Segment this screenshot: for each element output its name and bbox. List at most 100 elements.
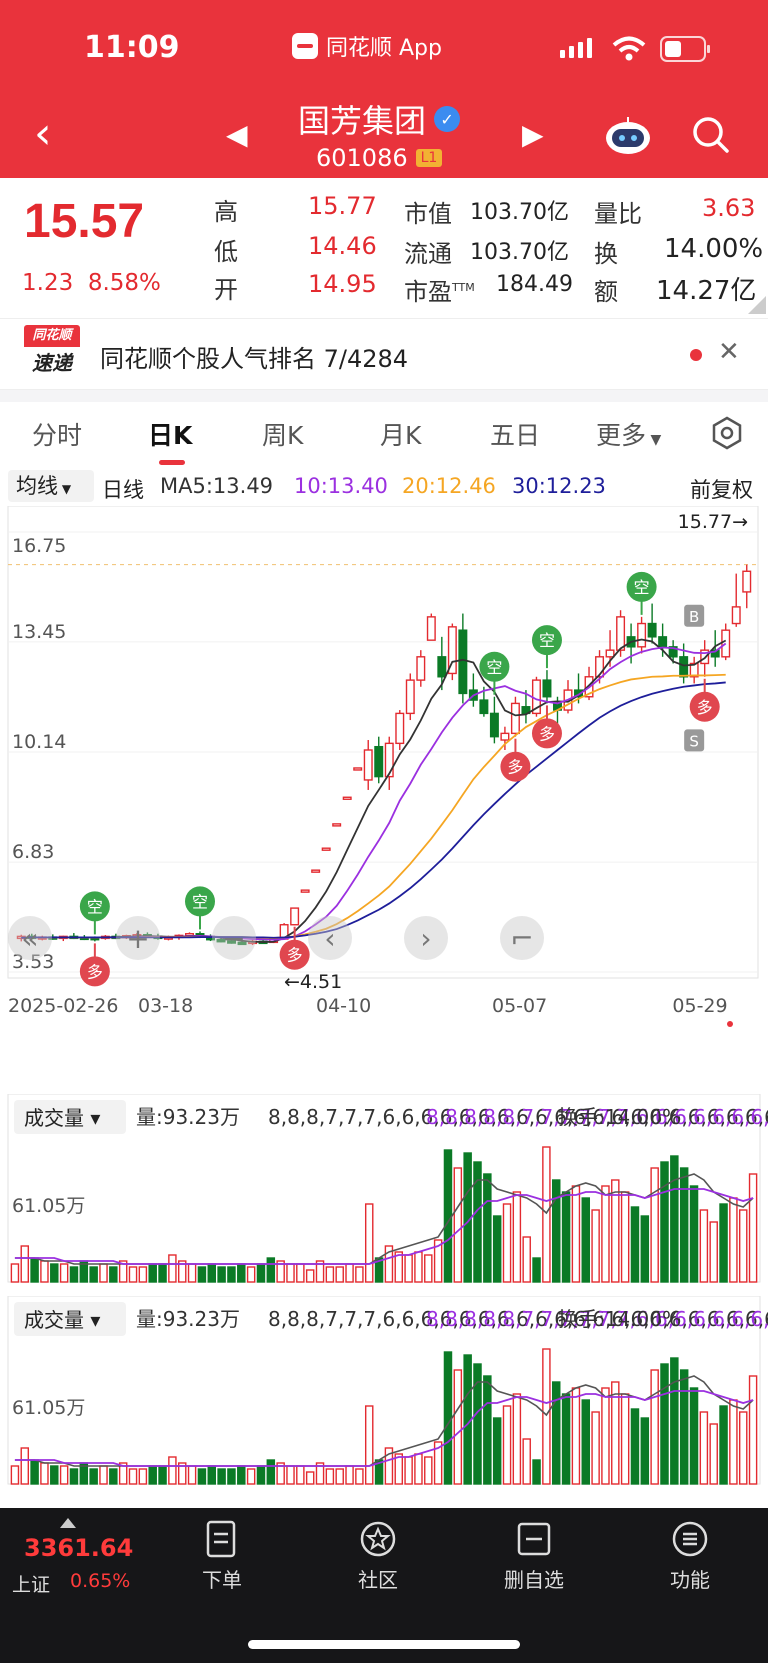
tab-weekly-k[interactable]: 周K <box>262 416 303 452</box>
candle-body <box>321 847 331 851</box>
tab-intraday[interactable]: 分时 <box>32 416 82 452</box>
low-label: 低 <box>214 238 238 266</box>
candlestick-chart[interactable]: 16.7513.4510.146.833.5315.77→←4.51空多空多空多… <box>0 506 768 1090</box>
volume-bar <box>748 1173 758 1283</box>
volume-bar <box>581 1399 591 1485</box>
tab-five-day[interactable]: 五日 <box>490 416 540 452</box>
volume-bar <box>99 1263 108 1283</box>
stock-code: 601086 <box>316 144 408 172</box>
settings-hexagon-icon[interactable] <box>710 416 744 450</box>
volume-bar <box>709 1221 718 1283</box>
volume-bar <box>30 1257 39 1283</box>
header-bar: 11:09 同花顺 App ‹ ◀ 国芳集团 ✓ 601086 L1 ▶ <box>0 0 768 178</box>
price-change: 1.23 8.58% <box>22 270 161 296</box>
candle-body <box>658 636 668 648</box>
volume-bar <box>650 1167 659 1283</box>
app-name-label: 同花顺 App <box>326 36 442 61</box>
minus-square-icon <box>517 1522 551 1556</box>
bottom-toolbar: 3361.64 上证 0.65% 下单 社区 删自选 功能 <box>0 1508 768 1663</box>
volume-bar <box>581 1197 591 1283</box>
popularity-banner[interactable]: 同花顺 速递 同花顺个股人气排名 7/4284 ✕ <box>0 318 768 390</box>
functions-button[interactable]: 功能 <box>650 1520 730 1593</box>
volume-bar <box>158 1263 167 1283</box>
ma5-line <box>21 638 727 943</box>
volume-bar <box>620 1393 630 1485</box>
amount-value: 14.27亿 <box>656 276 757 306</box>
volume-bar <box>256 1263 266 1283</box>
chart-control-icon: ‹ <box>324 922 335 955</box>
volume-bar <box>168 1456 177 1485</box>
expand-corner-icon[interactable] <box>748 296 766 314</box>
index-value[interactable]: 3361.64 <box>24 1534 133 1562</box>
chart-control-icon: › <box>420 922 431 955</box>
volume-bar <box>20 1447 30 1485</box>
candle-body <box>290 907 300 926</box>
tab-monthly-k[interactable]: 月K <box>380 416 421 452</box>
latest-date-dot <box>727 1021 733 1027</box>
x-tick-label: 04-10 <box>316 995 371 1017</box>
candle-body <box>395 712 405 745</box>
volume-bar <box>50 1263 59 1283</box>
tab-more[interactable]: 更多 ▼ <box>596 416 661 452</box>
volume-y-tick: 61.05万 <box>12 1397 85 1419</box>
cellular-signal-icon <box>560 38 592 58</box>
volume-bar <box>689 1185 699 1283</box>
candle-body <box>363 749 373 781</box>
volume-ratio-label: 量比 <box>594 200 642 228</box>
remove-watchlist-button[interactable]: 删自选 <box>494 1520 574 1593</box>
volume-bar <box>492 1417 502 1485</box>
volume-turnover: 换手:14.00% <box>558 1105 681 1129</box>
volume-bar <box>99 1465 108 1485</box>
volume-bar <box>738 1209 748 1283</box>
assistant-robot-icon[interactable] <box>604 116 652 156</box>
volume-bar <box>197 1468 207 1485</box>
candle-body <box>353 767 363 771</box>
volume-bar <box>630 1408 640 1485</box>
candle-body <box>647 622 657 638</box>
prev-stock-button[interactable]: ◀ <box>226 118 248 151</box>
expand-up-icon[interactable] <box>60 1518 76 1528</box>
volume-bar <box>424 1254 433 1283</box>
pe-label: 市盈TTM <box>404 278 475 306</box>
candle-body <box>426 616 436 641</box>
adjust-mode-button[interactable]: 前复权 <box>690 474 753 504</box>
volume-bar <box>30 1459 39 1485</box>
next-stock-button[interactable]: ▶ <box>522 118 544 151</box>
trade-point-label: B <box>689 608 699 626</box>
volume-bar <box>551 1179 561 1283</box>
volume-bar <box>158 1465 167 1485</box>
volume-panel-2[interactable]: 成交量 ▾ 量:93.23万 8,8,8,7,7,7,6,6,6,6,6,6,6,6… <box>0 1296 768 1488</box>
order-button[interactable]: 下单 <box>182 1520 262 1593</box>
volume-bar <box>187 1263 197 1283</box>
tab-daily-k[interactable]: 日K <box>148 416 192 452</box>
volume-bar <box>424 1456 433 1485</box>
change-value: 1.23 <box>22 270 74 296</box>
ths-express-logo: 同花顺 速递 <box>24 325 80 379</box>
y-tick-label: 16.75 <box>12 535 66 557</box>
back-button[interactable]: ‹ <box>34 112 52 156</box>
volume-bar <box>699 1411 709 1485</box>
volume-bar <box>640 1417 650 1485</box>
volume-bar <box>246 1266 256 1283</box>
volume-bar <box>286 1465 295 1485</box>
volume-bar <box>325 1266 335 1283</box>
volume-bar <box>10 1263 20 1283</box>
volume-bar <box>40 1260 49 1283</box>
volume-bar <box>542 1348 551 1485</box>
volume-panel-1[interactable]: 成交量 ▾ 量:93.23万 8,8,8,7,7,7,6,6,6,6,6,6,6,6… <box>0 1094 768 1286</box>
chart-control-icon: « <box>21 922 38 955</box>
community-button[interactable]: 社区 <box>338 1520 418 1593</box>
ma20-line <box>21 673 726 939</box>
indicator-selector[interactable]: 均线 ▼ <box>8 470 94 502</box>
ma30-label: 30:12.23 <box>512 474 606 498</box>
volume-bar <box>138 1266 148 1283</box>
wifi-icon <box>612 36 646 61</box>
volume-bar <box>286 1263 295 1283</box>
volume-bar <box>227 1468 236 1485</box>
turnover-label: 换 <box>594 240 618 268</box>
search-icon[interactable] <box>692 116 730 154</box>
volume-bar <box>660 1161 669 1283</box>
close-icon[interactable]: ✕ <box>718 337 740 367</box>
candle-body <box>637 622 647 648</box>
x-tick-label: 2025-02-26 <box>8 995 118 1017</box>
